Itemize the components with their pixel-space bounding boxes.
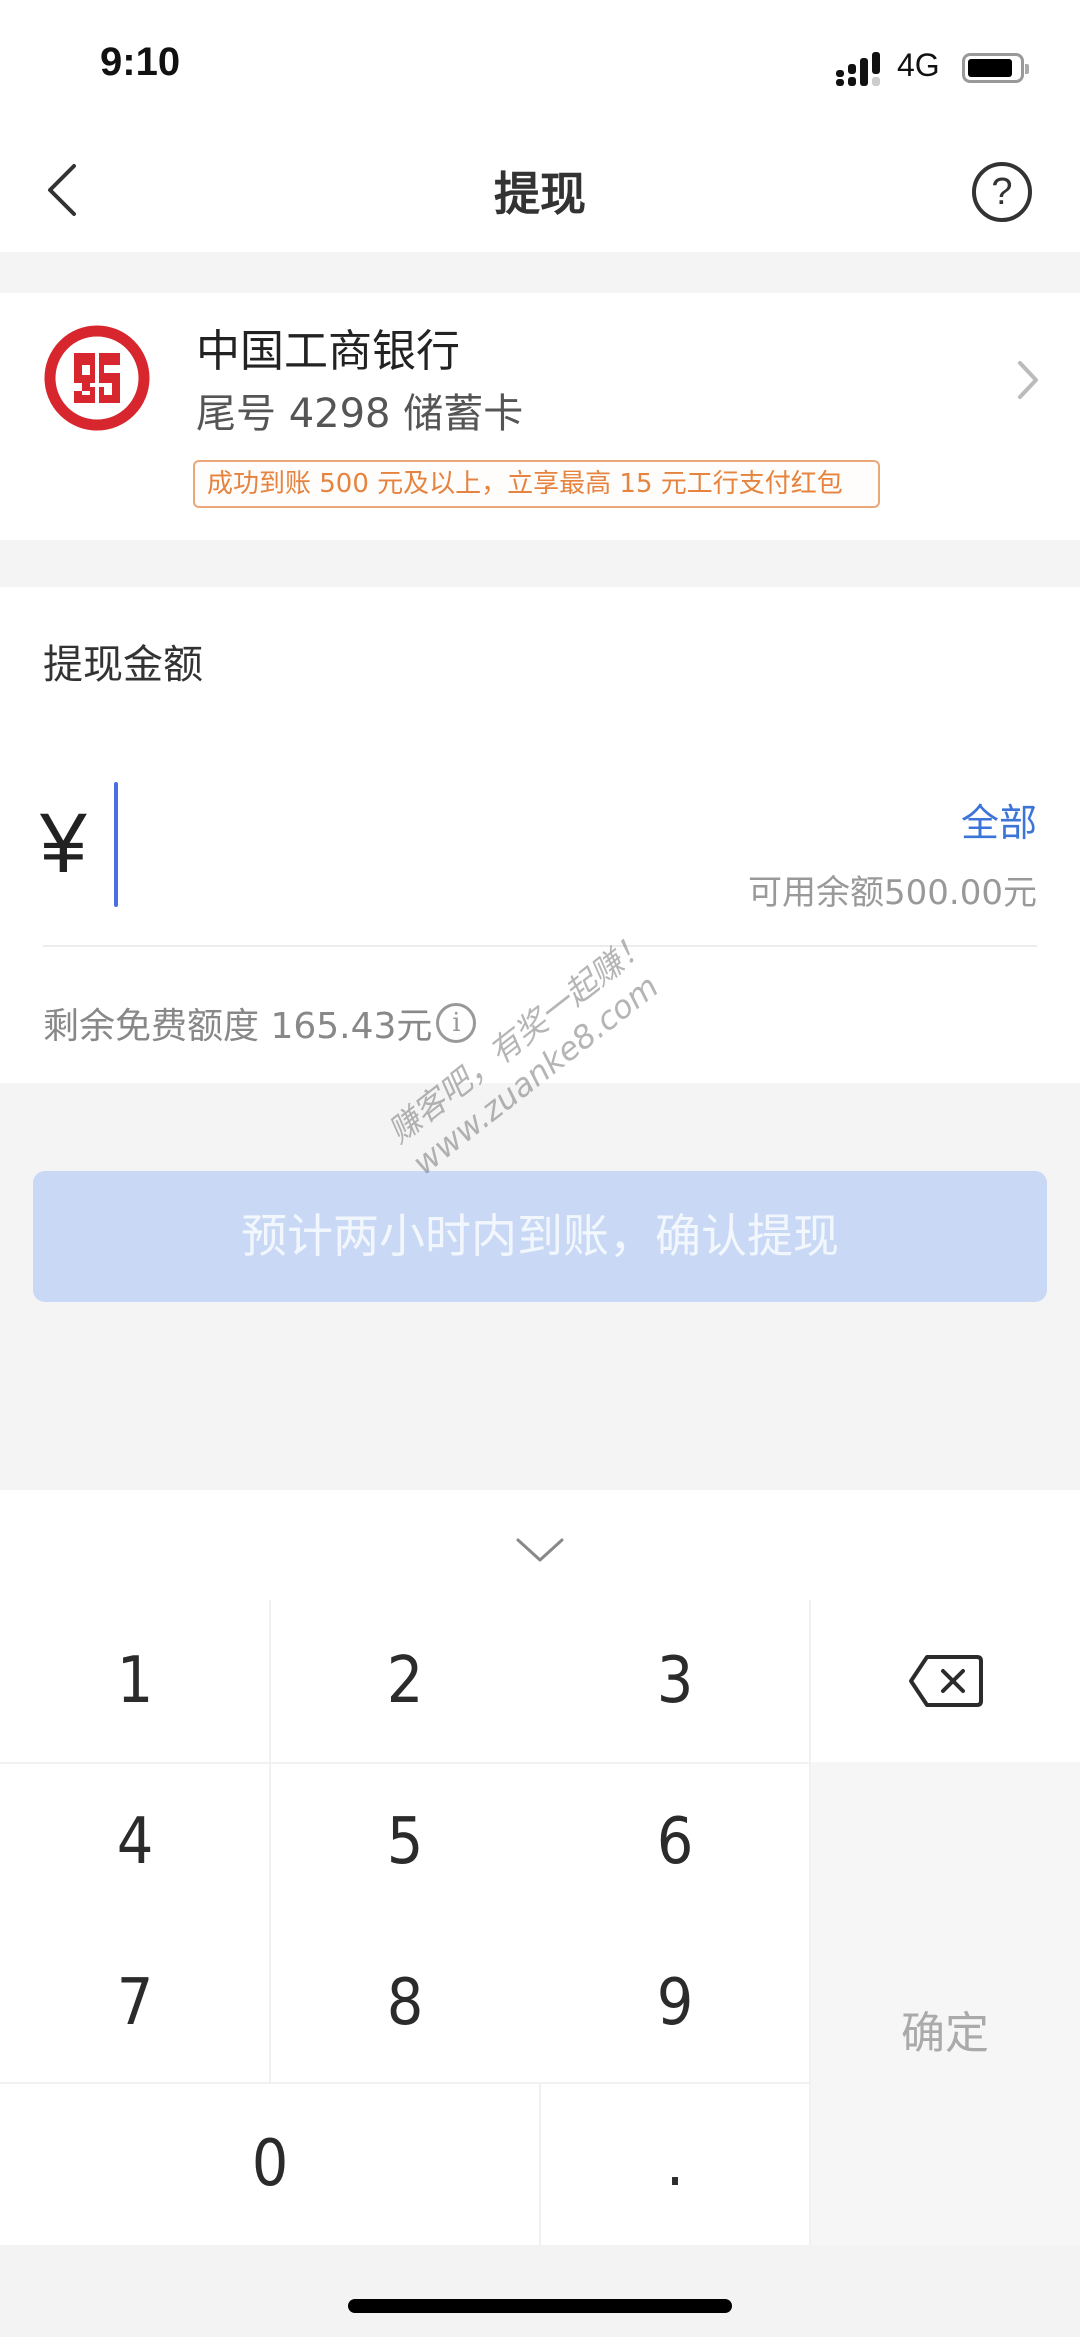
divider <box>43 945 1037 947</box>
home-indicator-area <box>0 2245 1080 2337</box>
key-8[interactable]: 8 <box>270 1922 540 2083</box>
card-info: 尾号 4298 储蓄卡 <box>196 391 524 437</box>
withdraw-all-button[interactable]: 全部 <box>961 792 1037 847</box>
amount-label: 提现金额 <box>43 642 203 688</box>
bank-name: 中国工商银行 <box>196 326 460 377</box>
key-0[interactable]: 0 <box>0 2083 540 2245</box>
key-5[interactable]: 5 <box>270 1762 540 1922</box>
key-divider <box>539 2083 541 2245</box>
key-4[interactable]: 4 <box>0 1762 270 1922</box>
keypad-confirm-button[interactable]: 确定 <box>810 1762 1080 2245</box>
backspace-icon <box>909 1655 983 1707</box>
key-divider <box>269 1600 271 2083</box>
promo-badge: 成功到账 500 元及以上，立享最高 15 元工行支付红包 <box>193 460 880 508</box>
key-7[interactable]: 7 <box>0 1922 270 2083</box>
numeric-keypad: 1 2 3 4 5 6 7 8 9 0 . 确定 <box>0 1490 1080 2245</box>
key-divider <box>0 2082 810 2084</box>
chevron-down-icon[interactable] <box>510 1530 570 1570</box>
key-3[interactable]: 3 <box>540 1600 810 1762</box>
free-quota: 剩余免费额度 165.43元 i <box>43 997 477 1049</box>
key-6[interactable]: 6 <box>540 1762 810 1922</box>
available-balance: 可用余额500.00元 <box>748 873 1037 913</box>
icbc-logo-icon <box>44 325 150 431</box>
page-title: 提现 <box>494 167 586 221</box>
confirm-withdraw-button[interactable]: 预计两小时内到账，确认提现 <box>33 1171 1047 1302</box>
key-divider <box>0 1762 810 1764</box>
network-type: 4G <box>897 47 940 83</box>
bank-card-selector[interactable]: 中国工商银行 尾号 4298 储蓄卡 成功到账 500 元及以上，立享最高 15… <box>0 293 1080 540</box>
home-indicator[interactable] <box>348 2299 732 2313</box>
free-quota-text: 剩余免费额度 165.43元 <box>43 1006 433 1047</box>
key-9[interactable]: 9 <box>540 1922 810 2083</box>
status-bar: 9:10 4G <box>0 0 1080 130</box>
key-1[interactable]: 1 <box>0 1600 270 1762</box>
battery-icon <box>962 53 1029 83</box>
help-icon[interactable]: ? <box>972 162 1032 222</box>
signal-icon <box>836 52 880 86</box>
info-icon[interactable]: i <box>436 1003 477 1043</box>
status-time: 9:10 <box>100 40 181 84</box>
backspace-button[interactable] <box>810 1600 1080 1762</box>
amount-input-caret[interactable] <box>114 782 118 907</box>
key-divider <box>809 1600 811 2245</box>
nav-bar: 提现 ? <box>0 130 1080 252</box>
key-2[interactable]: 2 <box>270 1600 540 1762</box>
key-decimal[interactable]: . <box>540 2083 810 2245</box>
amount-input[interactable] <box>130 787 730 907</box>
currency-symbol: ¥ <box>40 796 87 890</box>
chevron-right-icon <box>1018 361 1038 399</box>
